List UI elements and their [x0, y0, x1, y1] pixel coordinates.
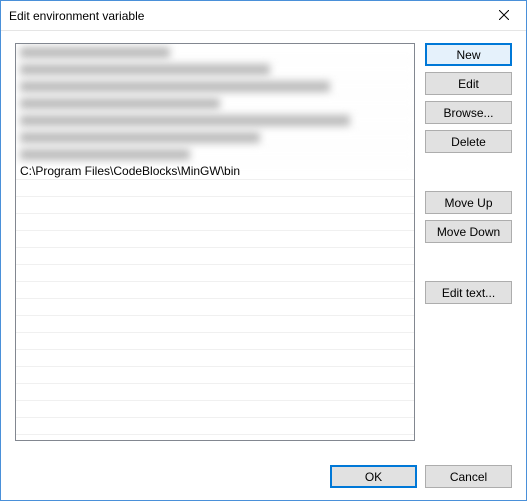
list-item[interactable]	[16, 299, 414, 316]
path-listbox[interactable]: C:\Program Files\CodeBlocks\MinGW\bin	[15, 43, 415, 441]
list-item[interactable]	[16, 248, 414, 265]
bottom-button-row: OK Cancel	[15, 451, 512, 488]
list-item[interactable]	[16, 367, 414, 384]
spacer	[425, 159, 512, 185]
list-item[interactable]	[16, 401, 414, 418]
list-item[interactable]	[16, 333, 414, 350]
list-item[interactable]	[16, 112, 414, 129]
dialog-window: Edit environment variable C:\Program Fil…	[0, 0, 527, 501]
delete-button[interactable]: Delete	[425, 130, 512, 153]
list-item[interactable]	[16, 95, 414, 112]
list-item[interactable]	[16, 282, 414, 299]
cancel-button[interactable]: Cancel	[425, 465, 512, 488]
move-up-button[interactable]: Move Up	[425, 191, 512, 214]
list-item[interactable]: C:\Program Files\CodeBlocks\MinGW\bin	[16, 163, 414, 180]
side-button-column: New Edit Browse... Delete Move Up Move D…	[425, 43, 512, 451]
list-item[interactable]	[16, 316, 414, 333]
list-item[interactable]	[16, 384, 414, 401]
list-item[interactable]	[16, 180, 414, 197]
list-item[interactable]	[16, 44, 414, 61]
list-item[interactable]	[16, 265, 414, 282]
window-title: Edit environment variable	[9, 9, 144, 23]
titlebar: Edit environment variable	[1, 1, 526, 31]
edit-text-button[interactable]: Edit text...	[425, 281, 512, 304]
ok-button[interactable]: OK	[330, 465, 417, 488]
list-item[interactable]	[16, 231, 414, 248]
list-item[interactable]	[16, 350, 414, 367]
list-item[interactable]	[16, 61, 414, 78]
browse-button[interactable]: Browse...	[425, 101, 512, 124]
list-item[interactable]	[16, 129, 414, 146]
list-item[interactable]	[16, 197, 414, 214]
close-icon	[499, 9, 509, 23]
new-button[interactable]: New	[425, 43, 512, 66]
close-button[interactable]	[481, 1, 526, 30]
spacer	[425, 249, 512, 275]
list-item[interactable]	[16, 418, 414, 435]
move-down-button[interactable]: Move Down	[425, 220, 512, 243]
edit-button[interactable]: Edit	[425, 72, 512, 95]
main-row: C:\Program Files\CodeBlocks\MinGW\bin Ne…	[15, 43, 512, 451]
list-item[interactable]	[16, 78, 414, 95]
dialog-content: C:\Program Files\CodeBlocks\MinGW\bin Ne…	[1, 31, 526, 500]
list-item[interactable]	[16, 146, 414, 163]
list-item[interactable]	[16, 214, 414, 231]
